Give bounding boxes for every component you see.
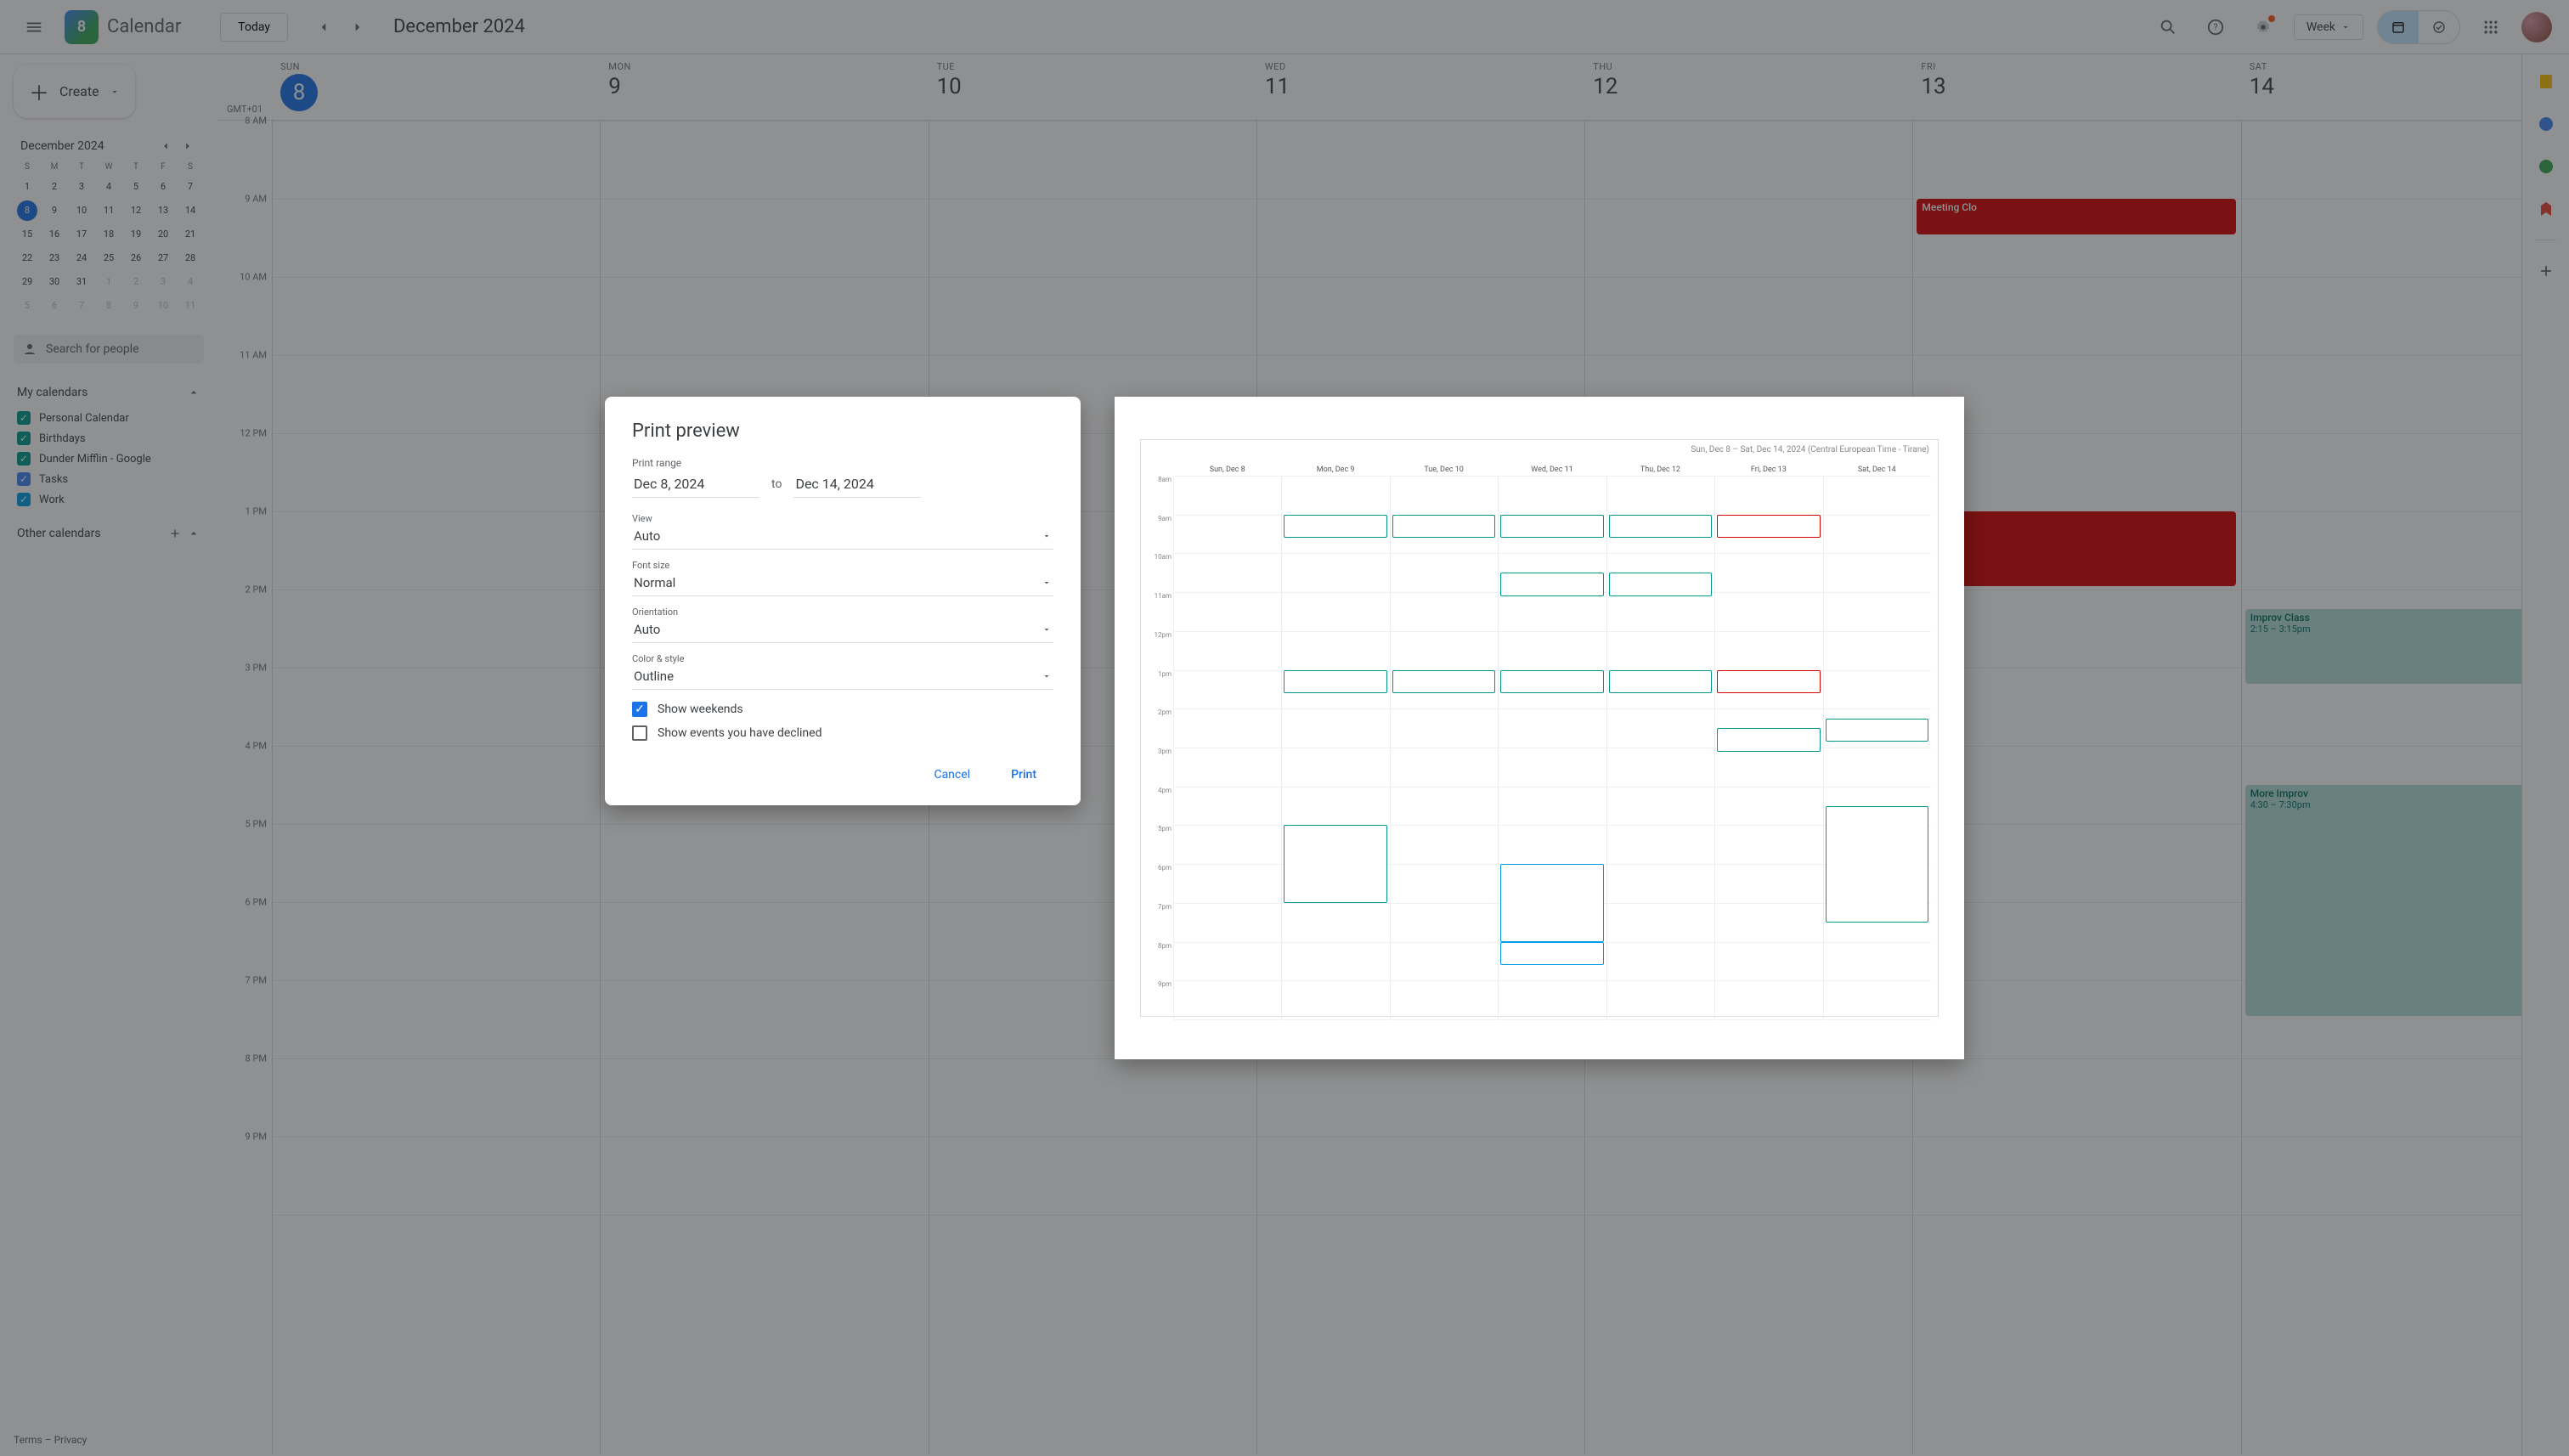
preview-day-column: [1823, 476, 1931, 1019]
show-declined-checkbox[interactable]: Show events you have declined: [632, 725, 1053, 741]
preview-hour-label: 5pm: [1158, 825, 1172, 832]
preview-event: [1500, 942, 1603, 965]
select-value: Auto: [634, 622, 660, 637]
preview-hour-label: 3pm: [1158, 748, 1172, 755]
print-dialog: Print preview Print range to View Auto Fon…: [605, 397, 1081, 805]
preview-event: [1284, 825, 1386, 902]
preview-event: [1284, 670, 1386, 693]
preview-event: [1392, 515, 1495, 538]
start-date-input[interactable]: [632, 471, 759, 498]
preview-col-label: Thu, Dec 12: [1606, 464, 1714, 476]
end-date-input[interactable]: [793, 471, 921, 498]
select-label: Font size: [632, 560, 669, 571]
preview-event: [1826, 806, 1928, 923]
select-value: Outline: [634, 669, 674, 684]
select-value: Normal: [634, 575, 675, 590]
select-value: Auto: [634, 528, 660, 544]
preview-hour-label: 7pm: [1158, 903, 1172, 911]
preview-event: [1609, 670, 1712, 693]
preview-event: [1500, 573, 1603, 595]
select-label: View: [632, 513, 652, 524]
modal-scrim: Print preview Print range to View Auto Fon…: [0, 0, 2569, 1456]
preview-day-column: [1606, 476, 1714, 1019]
print-option-select[interactable]: Font size Normal: [632, 562, 1053, 596]
preview-hour-label: 6pm: [1158, 864, 1172, 872]
preview-col-label: [1148, 464, 1173, 476]
preview-event: [1392, 670, 1495, 693]
preview-event: [1717, 728, 1820, 751]
preview-event: [1500, 670, 1603, 693]
print-range-label: Print range: [632, 457, 1053, 469]
preview-col-label: Fri, Dec 13: [1714, 464, 1822, 476]
show-weekends-label: Show weekends: [658, 703, 743, 716]
preview-event: [1609, 573, 1712, 595]
preview-day-column: [1173, 476, 1281, 1019]
show-weekends-checkbox[interactable]: Show weekends: [632, 702, 1053, 717]
select-label: Orientation: [632, 607, 678, 618]
preview-col-label: Tue, Dec 10: [1390, 464, 1498, 476]
caret-down-icon: [1042, 624, 1052, 635]
caret-down-icon: [1042, 531, 1052, 541]
preview-col-label: Wed, Dec 11: [1498, 464, 1606, 476]
print-option-select[interactable]: View Auto: [632, 515, 1053, 550]
print-range-row: to: [632, 471, 1053, 498]
preview-hour-label: 12pm: [1155, 631, 1172, 639]
print-option-select[interactable]: Orientation Auto: [632, 608, 1053, 643]
dialog-actions: Cancel Print: [632, 761, 1053, 788]
checkbox-icon: [632, 725, 647, 741]
print-preview-image: Sun, Dec 8 – Sat, Dec 14, 2024 (Central …: [1140, 439, 1939, 1017]
preview-day-column: [1714, 476, 1822, 1019]
print-option-select[interactable]: Color & style Outline: [632, 655, 1053, 690]
cancel-button[interactable]: Cancel: [917, 761, 987, 788]
preview-event: [1717, 670, 1820, 693]
preview-hour-label: 10am: [1155, 553, 1172, 561]
print-dialog-wrap: Print preview Print range to View Auto Fon…: [605, 397, 1964, 1059]
checkbox-icon: [632, 702, 647, 717]
preview-col-label: Sun, Dec 8: [1173, 464, 1281, 476]
preview-col-label: Mon, Dec 9: [1281, 464, 1389, 476]
show-declined-label: Show events you have declined: [658, 726, 822, 740]
print-preview-pane: Sun, Dec 8 – Sat, Dec 14, 2024 (Central …: [1115, 397, 1964, 1059]
print-button[interactable]: Print: [994, 761, 1053, 788]
preview-event: [1609, 515, 1712, 538]
preview-day-column: [1281, 476, 1389, 1019]
to-label: to: [771, 477, 782, 491]
dialog-title: Print preview: [632, 420, 1053, 442]
preview-hour-label: 8am: [1158, 476, 1172, 483]
caret-down-icon: [1042, 671, 1052, 681]
preview-hour-label: 9am: [1158, 515, 1172, 522]
preview-event: [1500, 864, 1603, 941]
preview-event: [1826, 719, 1928, 742]
preview-hour-label: 8pm: [1158, 942, 1172, 950]
preview-event: [1500, 515, 1603, 538]
select-label: Color & style: [632, 653, 684, 664]
preview-event: [1717, 515, 1820, 538]
preview-hour-label: 9pm: [1158, 980, 1172, 988]
preview-day-column: [1498, 476, 1606, 1019]
preview-hour-label: 4pm: [1158, 787, 1172, 794]
preview-hour-label: 2pm: [1158, 708, 1172, 716]
preview-col-label: Sat, Dec 14: [1823, 464, 1931, 476]
preview-hour-label: 11am: [1155, 592, 1172, 600]
preview-caption: Sun, Dec 8 – Sat, Dec 14, 2024 (Central …: [1691, 445, 1929, 454]
preview-hour-label: 1pm: [1158, 670, 1172, 678]
caret-down-icon: [1042, 578, 1052, 588]
preview-event: [1284, 515, 1386, 538]
preview-day-column: [1390, 476, 1498, 1019]
